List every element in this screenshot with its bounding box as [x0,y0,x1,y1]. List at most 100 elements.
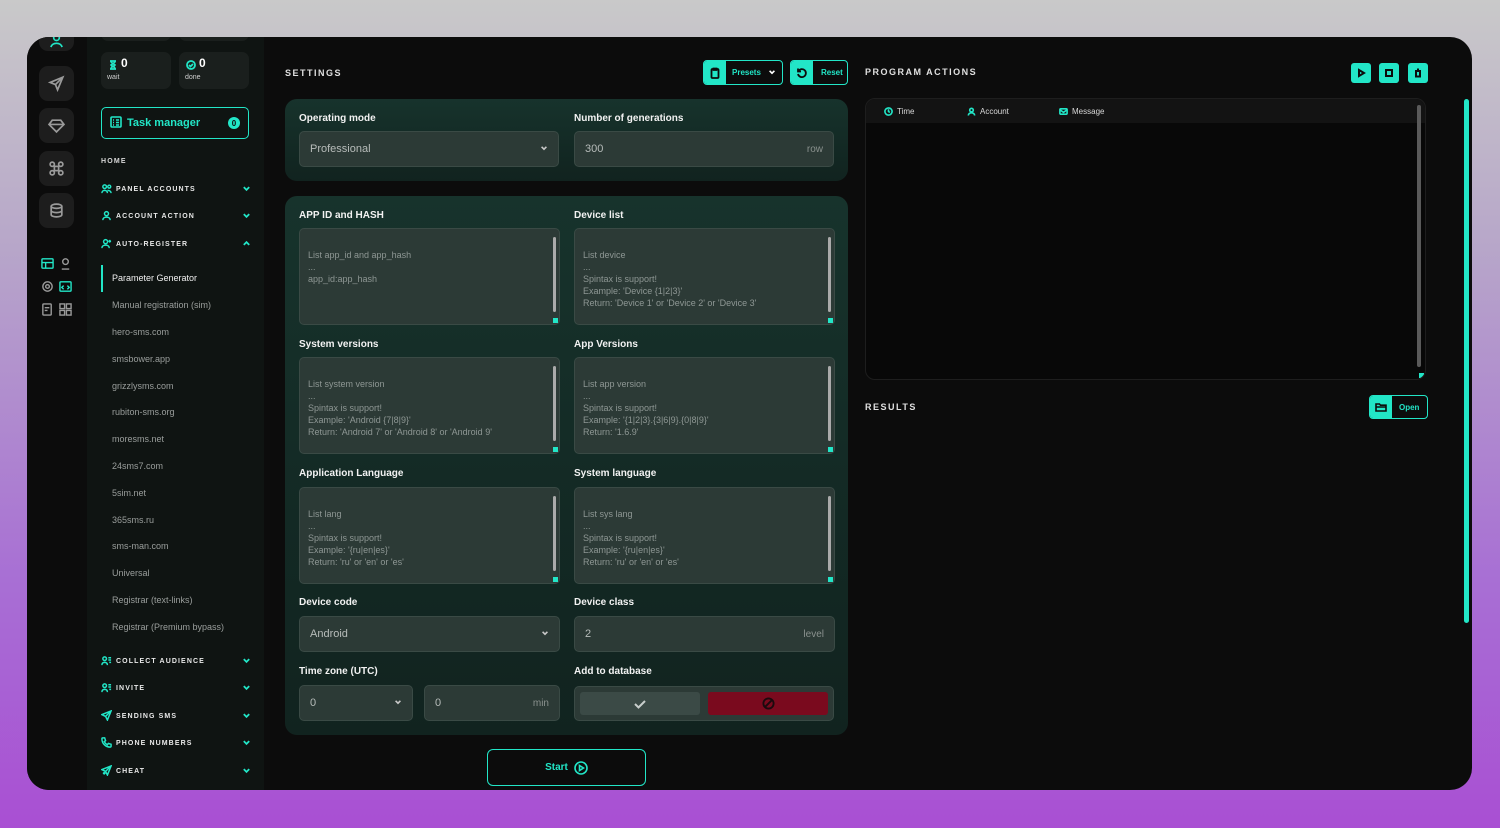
stop-button[interactable] [1379,63,1399,83]
task-manager-button[interactable]: Task manager 0 [101,107,249,139]
textarea-scrollbar[interactable] [553,496,556,571]
add-db-yes-button[interactable] [580,692,700,715]
reset-button[interactable]: Reset [790,60,848,85]
nav-panel-accounts[interactable]: PANEL ACCOUNTS [101,182,251,196]
system-language-placeholder: List sys lang ... Spintax is support! Ex… [583,509,679,567]
app-versions-textarea[interactable]: List app version ... Spintax is support!… [574,357,835,454]
log-header: Time Account Message [866,99,1425,123]
device-list-textarea[interactable]: List device ... Spintax is support! Exam… [574,228,835,325]
time-zone-minutes-input[interactable]: 0 min [424,685,560,721]
system-language-textarea[interactable]: List sys lang ... Spintax is support! Ex… [574,487,835,584]
submenu-item[interactable]: Universal [101,560,251,587]
command-rail-button[interactable] [39,151,74,186]
system-language-label: System language [574,468,657,479]
add-db-no-button[interactable] [708,692,828,715]
submenu-item[interactable]: 24sms7.com [101,453,251,480]
operating-mode-select[interactable]: Professional [299,131,559,167]
tool-code-button[interactable] [58,279,72,293]
textarea-scrollbar[interactable] [828,496,831,571]
resize-handle[interactable] [828,318,833,323]
device-code-label: Device code [299,597,358,608]
submenu-item[interactable]: Parameter Generator [101,265,251,292]
delete-button[interactable] [1408,63,1428,83]
chevron-up-icon [242,239,251,250]
app-id-textarea[interactable]: List app_id and app_hash ... app_id:app_… [299,228,560,325]
submenu-item[interactable]: 5sim.net [101,479,251,506]
resize-handle[interactable] [553,447,558,452]
nav-sending-sms[interactable]: SENDING SMS [100,709,251,723]
send-rail-button[interactable] [39,66,74,101]
diamond-rail-button[interactable] [39,108,74,143]
settings-title: SETTINGS [285,68,343,78]
resize-handle[interactable] [1419,373,1424,378]
resize-handle[interactable] [828,577,833,582]
app-language-textarea[interactable]: List lang ... Spintax is support! Exampl… [299,487,560,584]
user-plus-icon [101,238,112,251]
checklist-icon [41,302,52,316]
submenu-item[interactable]: smsbower.app [101,345,251,372]
open-results-button[interactable]: Open [1369,395,1428,419]
nav-cheat[interactable]: CHEAT [100,764,251,778]
nav-invite[interactable]: INVITE [101,681,251,695]
resize-handle[interactable] [828,447,833,452]
nav-auto-register[interactable]: AUTO-REGISTER [101,237,251,251]
nav-account-action[interactable]: ACCOUNT ACTION [101,209,251,223]
submenu-item[interactable]: rubiton-sms.org [101,399,251,426]
chevron-down-icon [394,697,402,709]
system-versions-placeholder: List system version ... Spintax is suppo… [308,379,492,437]
generations-input[interactable]: 300 row [574,131,834,167]
app-window: 0 wait 0 done Task manager 0 HOME PANEL … [27,37,1472,790]
tool-settings-button[interactable] [40,279,54,293]
device-code-select[interactable]: Android [299,616,560,652]
textarea-scrollbar[interactable] [828,237,831,312]
resize-handle[interactable] [553,318,558,323]
chevron-down-icon [242,738,251,749]
play-button[interactable] [1351,63,1371,83]
phone-icon [101,736,112,750]
resize-handle[interactable] [553,577,558,582]
submenu-item[interactable]: moresms.net [101,426,251,453]
start-button[interactable]: Start [487,749,646,786]
presets-dropdown[interactable]: Presets [703,60,783,85]
gear-icon [41,280,53,292]
command-icon [49,161,64,176]
tool-pin-button[interactable] [58,256,72,270]
chevron-down-icon [768,68,782,78]
device-class-input[interactable]: 2 level [574,616,835,652]
textarea-scrollbar[interactable] [553,237,556,312]
submenu-item[interactable]: sms-man.com [101,533,251,560]
system-versions-label: System versions [299,339,379,350]
profile-rail-button[interactable] [39,37,74,51]
submenu-item[interactable]: 365sms.ru [101,506,251,533]
submenu-item[interactable]: Registrar (Premium bypass) [101,613,251,640]
tool-list-button[interactable] [40,302,54,316]
textarea-scrollbar[interactable] [828,366,831,441]
textarea-scrollbar[interactable] [553,366,556,441]
database-rail-button[interactable] [39,193,74,228]
chevron-down-icon [540,143,548,155]
nav-phone-numbers-label: PHONE NUMBERS [116,739,193,747]
user-list-icon [101,655,112,668]
system-versions-textarea[interactable]: List system version ... Spintax is suppo… [299,357,560,454]
stop-icon [1385,69,1393,77]
tool-grid-button[interactable] [58,302,72,316]
nav-account-action-label: ACCOUNT ACTION [116,212,195,220]
mini-tools-grid [40,256,76,316]
nav-phone-numbers[interactable]: PHONE NUMBERS [101,736,251,750]
home-link[interactable]: HOME [101,158,127,165]
task-manager-label: Task manager [127,117,201,129]
ban-icon [761,697,775,710]
wait-counter: 0 wait [101,52,171,89]
submenu-item[interactable]: Registrar (text-links) [101,587,251,614]
nav-collect-audience[interactable]: COLLECT AUDIENCE [101,654,251,668]
submenu-item[interactable]: hero-sms.com [101,319,251,346]
tool-table-button[interactable] [40,256,54,270]
submenu-item[interactable]: Manual registration (sim) [101,292,251,319]
page-scrollbar[interactable] [1464,99,1469,623]
submenu-item[interactable]: grizzlysms.com [101,372,251,399]
nav-collect-audience-label: COLLECT AUDIENCE [116,657,205,665]
user-list-icon [101,682,112,695]
time-zone-hours-select[interactable]: 0 [299,685,413,721]
counter-ghost [179,37,249,41]
log-scrollbar[interactable] [1417,105,1421,367]
